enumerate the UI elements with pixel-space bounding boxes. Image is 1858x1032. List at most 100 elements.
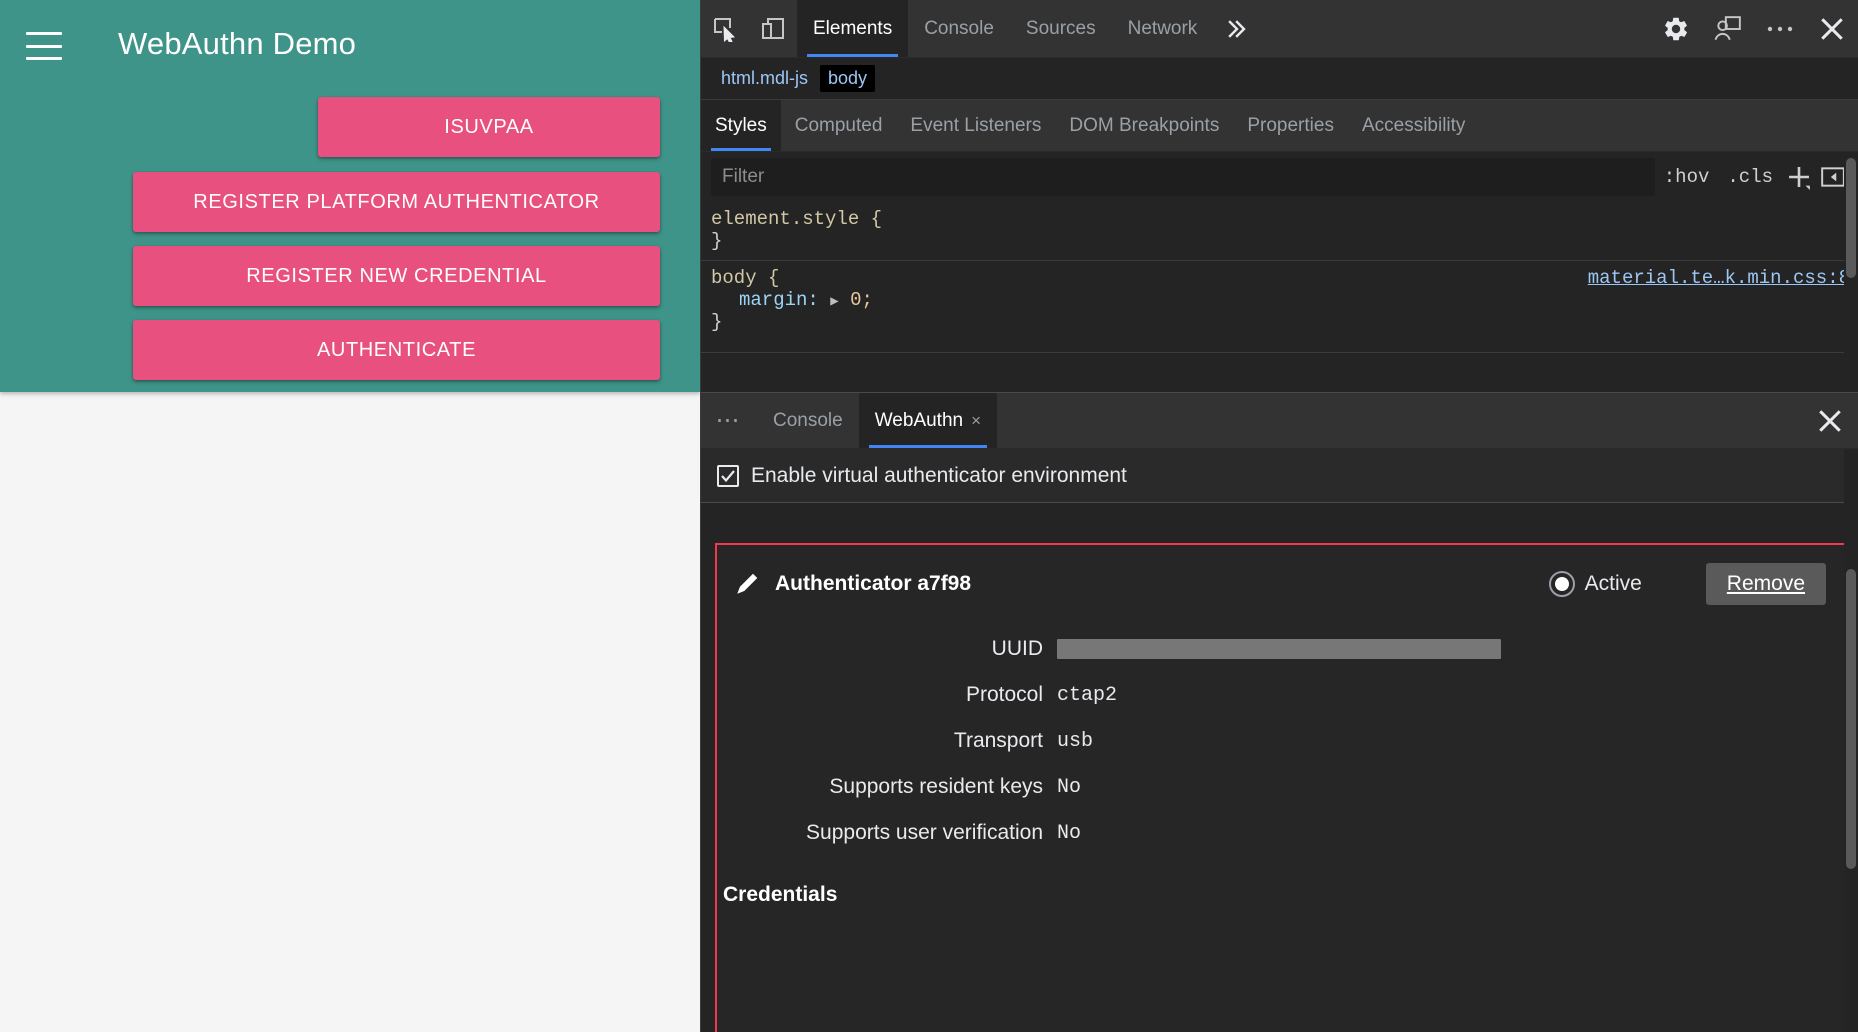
enable-virtual-authenticator-row[interactable]: Enable virtual authenticator environment — [701, 449, 1858, 503]
property-row-uuid: UUID — [717, 629, 1844, 669]
tab-label: Elements — [813, 18, 892, 40]
chevron-double-right-icon[interactable] — [1213, 0, 1261, 57]
css-rule-element-style[interactable]: element.style { } — [701, 202, 1858, 260]
active-radio-button[interactable] — [1549, 571, 1575, 597]
hamburger-bar — [26, 57, 62, 60]
tab-label: Properties — [1247, 115, 1334, 137]
authenticator-header: Authenticator a7f98 Active Remove — [717, 545, 1844, 623]
tab-label: Accessibility — [1362, 115, 1465, 137]
styles-pane: Styles Computed Event Listeners DOM Brea… — [701, 100, 1858, 392]
pencil-edit-icon[interactable] — [733, 571, 761, 597]
css-declaration[interactable]: margin: ▶ 0; — [711, 289, 1858, 311]
styles-pane-footer-strip — [701, 352, 1858, 392]
tab-label: DOM Breakpoints — [1069, 115, 1219, 137]
scrollbar-thumb[interactable] — [1846, 569, 1856, 869]
close-icon[interactable]: × — [971, 411, 981, 431]
webauthn-panel: Enable virtual authenticator environment… — [701, 449, 1858, 1032]
tab-label: Styles — [715, 115, 767, 137]
tab-styles[interactable]: Styles — [701, 100, 781, 151]
cls-toggle[interactable]: .cls — [1718, 162, 1782, 192]
credentials-section-title: Credentials — [717, 883, 1844, 907]
authenticator-status: Active Remove — [1549, 563, 1826, 605]
css-rules-list: element.style { } body { material.te…k.m… — [701, 202, 1858, 352]
css-property-value: 0; — [850, 289, 873, 311]
enable-virtual-authenticator-checkbox[interactable] — [717, 465, 739, 487]
tab-label: Console — [773, 410, 843, 432]
property-value: No — [1057, 776, 1081, 799]
property-key: Transport — [717, 729, 1057, 753]
css-source-link[interactable]: material.te…k.min.css:8 — [1588, 267, 1850, 289]
drawer-tab-webauthn[interactable]: WebAuthn × — [859, 393, 997, 448]
drawer-close-icon[interactable] — [1802, 393, 1858, 448]
close-icon[interactable] — [1806, 0, 1858, 57]
property-key: Supports user verification — [717, 821, 1057, 845]
breadcrumb-item-body[interactable]: body — [820, 65, 875, 92]
tab-sources[interactable]: Sources — [1010, 0, 1112, 57]
radio-inner-dot — [1555, 577, 1569, 591]
breadcrumb: html.mdl-js body — [701, 58, 1858, 100]
styles-filter-row: :hov .cls — [701, 152, 1858, 202]
isuvpaa-button[interactable]: ISUVPAA — [318, 97, 660, 157]
more-options-icon[interactable] — [1754, 0, 1806, 57]
css-rule-body[interactable]: body { material.te…k.min.css:8 margin: ▶… — [701, 260, 1858, 341]
enable-virtual-authenticator-label: Enable virtual authenticator environment — [751, 464, 1127, 488]
tab-computed[interactable]: Computed — [781, 100, 897, 151]
toolbar-right-group — [1650, 0, 1858, 57]
property-value: No — [1057, 822, 1081, 845]
hamburger-menu-icon[interactable] — [26, 32, 62, 60]
tab-label: Sources — [1026, 18, 1096, 40]
active-label: Active — [1585, 572, 1642, 596]
tab-label: Computed — [795, 115, 883, 137]
register-new-credential-button[interactable]: REGISTER NEW CREDENTIAL — [133, 246, 660, 306]
css-close-brace: } — [711, 230, 1858, 252]
page-content-area — [0, 392, 700, 1032]
authenticate-button[interactable]: AUTHENTICATE — [133, 320, 660, 380]
tab-properties[interactable]: Properties — [1233, 100, 1348, 151]
breadcrumb-item-html[interactable]: html.mdl-js — [713, 65, 816, 92]
devtools-main-toolbar: Elements Console Sources Network — [701, 0, 1858, 58]
property-row-resident-keys: Supports resident keys No — [717, 767, 1844, 807]
page-header: WebAuthn Demo ISUVPAA REGISTER PLATFORM … — [0, 0, 700, 392]
expand-arrow-icon[interactable]: ▶ — [830, 294, 838, 310]
device-toolbar-icon[interactable] — [749, 0, 797, 57]
css-close-brace: } — [711, 311, 1858, 333]
tab-console[interactable]: Console — [908, 0, 1010, 57]
authenticator-name: Authenticator a7f98 — [775, 572, 971, 596]
remove-authenticator-button[interactable]: Remove — [1706, 563, 1826, 605]
inspect-element-icon[interactable] — [701, 0, 749, 57]
tab-dom-breakpoints[interactable]: DOM Breakpoints — [1055, 100, 1233, 151]
styles-pane-tabs: Styles Computed Event Listeners DOM Brea… — [701, 100, 1858, 152]
register-platform-authenticator-button[interactable]: REGISTER PLATFORM AUTHENTICATOR — [133, 172, 660, 232]
styles-pane-scrollbar[interactable] — [1844, 152, 1858, 392]
tab-label: Network — [1128, 18, 1198, 40]
property-row-transport: Transport usb — [717, 721, 1844, 761]
property-value: ctap2 — [1057, 684, 1117, 707]
drawer-tab-console[interactable]: Console — [757, 393, 859, 448]
drawer-tabs: ⋯ Console WebAuthn × — [701, 393, 1858, 449]
page-title: WebAuthn Demo — [118, 26, 356, 62]
css-selector: element.style { — [711, 208, 1858, 230]
tab-label: WebAuthn — [875, 410, 963, 432]
hov-toggle[interactable]: :hov — [1655, 162, 1719, 192]
uuid-redacted-value — [1057, 639, 1501, 659]
property-row-protocol: Protocol ctap2 — [717, 675, 1844, 715]
web-page-viewport: WebAuthn Demo ISUVPAA REGISTER PLATFORM … — [0, 0, 700, 1032]
more-tools-icon[interactable]: ⋯ — [701, 393, 757, 448]
webauthn-panel-scrollbar[interactable] — [1844, 449, 1858, 1032]
property-key: Supports resident keys — [717, 775, 1057, 799]
devtools-drawer: ⋯ Console WebAuthn × — [701, 392, 1858, 1032]
tab-network[interactable]: Network — [1112, 0, 1214, 57]
tab-event-listeners[interactable]: Event Listeners — [896, 100, 1055, 151]
authenticator-card: Authenticator a7f98 Active Remove UUID — [715, 543, 1846, 1032]
plus-icon[interactable] — [1782, 162, 1816, 192]
tab-elements[interactable]: Elements — [797, 0, 908, 57]
styles-filter-input[interactable] — [711, 158, 1655, 196]
feedback-person-icon[interactable] — [1702, 0, 1754, 57]
property-key: Protocol — [717, 683, 1057, 707]
gear-icon[interactable] — [1650, 0, 1702, 57]
scrollbar-thumb[interactable] — [1846, 158, 1856, 278]
hamburger-bar — [26, 32, 62, 35]
devtools-panel: Elements Console Sources Network — [700, 0, 1858, 1032]
screen-root: WebAuthn Demo ISUVPAA REGISTER PLATFORM … — [0, 0, 1858, 1032]
tab-accessibility[interactable]: Accessibility — [1348, 100, 1479, 151]
